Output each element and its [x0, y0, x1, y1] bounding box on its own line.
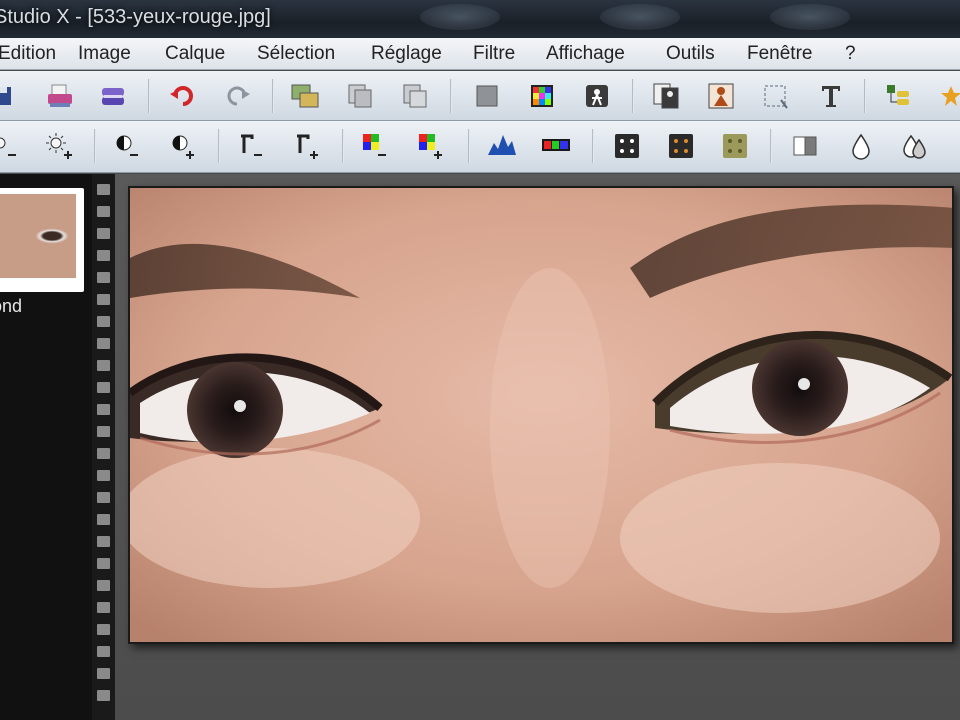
redo-button[interactable]: [222, 81, 252, 111]
menu-outils[interactable]: Outils: [666, 43, 715, 65]
histogram-rgb-button[interactable]: [540, 131, 570, 161]
effect-button[interactable]: [582, 81, 612, 111]
menu-filtre[interactable]: Filtre: [473, 43, 515, 65]
contrast-up-icon: [172, 135, 194, 159]
layer-button[interactable]: [472, 81, 502, 111]
paste-button[interactable]: [400, 81, 430, 111]
histogram-rgb-icon: [542, 139, 570, 151]
saturation-up-button[interactable]: [416, 131, 446, 161]
frame-icon: [653, 83, 679, 109]
toolbar-separator: [148, 79, 150, 113]
levels-dark-icon: [615, 134, 639, 158]
saturation-down-icon: [363, 134, 386, 156]
undo-icon: [170, 86, 193, 106]
toolbar-separator: [218, 129, 220, 163]
text-tool-button[interactable]: [816, 81, 846, 111]
brightness-down-button[interactable]: [0, 131, 20, 161]
drop-button[interactable]: [846, 131, 876, 161]
layers-stack-icon: [887, 85, 909, 105]
menu-reglage[interactable]: Réglage: [371, 43, 442, 65]
brightness-down-icon: [0, 137, 16, 156]
contrast-up-button[interactable]: [168, 131, 198, 161]
film-strip: [92, 174, 115, 720]
layers-stack-button[interactable]: [884, 81, 914, 111]
menu-image[interactable]: Image: [78, 43, 131, 65]
paste-icon: [403, 84, 427, 108]
drops-icon: [903, 134, 926, 159]
star-button[interactable]: [936, 81, 960, 111]
invert-icon: [793, 136, 817, 156]
main-toolbar: [0, 71, 960, 121]
menu-edition[interactable]: Edition: [0, 43, 56, 65]
menu-help[interactable]: ?: [845, 43, 856, 65]
adjust-toolbar: [0, 121, 960, 173]
histogram-icon: [488, 135, 516, 155]
layer-thumbnail[interactable]: [0, 188, 84, 292]
text-tool-icon: [822, 86, 840, 107]
toolbar-separator: [272, 79, 274, 113]
menu-affichage[interactable]: Affichage: [546, 43, 625, 65]
toolbar-separator: [592, 129, 594, 163]
print-button[interactable]: [45, 81, 75, 111]
menu-selection[interactable]: Sélection: [257, 43, 335, 65]
gamma-up-icon: [297, 134, 318, 159]
toolbar-separator: [864, 79, 866, 113]
gamma-down-icon: [241, 134, 262, 156]
toolbar-separator: [94, 129, 96, 163]
layer-icon: [476, 85, 498, 107]
toolbar-separator: [342, 129, 344, 163]
scan-button[interactable]: [98, 81, 128, 111]
brightness-up-icon: [46, 133, 72, 159]
undo-button[interactable]: [168, 81, 198, 111]
redo-icon: [227, 86, 250, 106]
palette-button[interactable]: [527, 81, 557, 111]
toolbar-separator: [632, 79, 634, 113]
person-button[interactable]: [706, 81, 736, 111]
image-canvas[interactable]: [128, 186, 954, 644]
import-icon: [291, 84, 319, 108]
effect-icon: [586, 85, 608, 107]
save-button[interactable]: [0, 81, 16, 111]
menu-calque[interactable]: Calque: [165, 43, 225, 65]
contrast-down-button[interactable]: [112, 131, 142, 161]
saturation-up-icon: [419, 134, 442, 159]
toolbar-separator: [770, 129, 772, 163]
frame-button[interactable]: [652, 81, 682, 111]
levels-olive-button[interactable]: [720, 131, 750, 161]
menu-fenetre[interactable]: Fenêtre: [747, 43, 812, 65]
crop-selection-button[interactable]: [760, 81, 790, 111]
person-icon: [708, 83, 734, 109]
gamma-down-button[interactable]: [236, 131, 266, 161]
menu-bar: Edition Image Calque Sélection Réglage F…: [0, 38, 960, 70]
copy-icon: [348, 84, 372, 108]
save-icon: [0, 87, 11, 105]
import-button[interactable]: [290, 81, 320, 111]
eyes-photo: [130, 188, 952, 642]
levels-brown-icon: [669, 134, 693, 158]
toolbar-separator: [450, 79, 452, 113]
levels-dark-button[interactable]: [612, 131, 642, 161]
brightness-up-button[interactable]: [44, 131, 74, 161]
crop-selection-icon: [764, 85, 788, 109]
window-title: Studio X - [533-yeux-rouge.jpg]: [0, 6, 271, 28]
star-icon: [941, 86, 960, 106]
drops-button[interactable]: [900, 131, 930, 161]
levels-brown-button[interactable]: [666, 131, 696, 161]
layer-thumbnail-image: [0, 194, 76, 278]
title-bar: Studio X - [533-yeux-rouge.jpg]: [0, 0, 960, 38]
levels-olive-icon: [723, 134, 747, 158]
app-window: { "window": { "title": "Studio X - [533-…: [0, 0, 960, 720]
histogram-button[interactable]: [486, 131, 516, 161]
saturation-down-button[interactable]: [360, 131, 390, 161]
invert-button[interactable]: [790, 131, 820, 161]
layer-name[interactable]: ond: [0, 296, 22, 317]
print-icon: [48, 84, 72, 107]
toolbar-separator: [468, 129, 470, 163]
copy-button[interactable]: [345, 81, 375, 111]
palette-icon: [531, 85, 553, 107]
drop-icon: [852, 133, 870, 160]
scan-icon: [102, 88, 124, 105]
contrast-down-icon: [116, 135, 138, 156]
gamma-up-button[interactable]: [292, 131, 322, 161]
